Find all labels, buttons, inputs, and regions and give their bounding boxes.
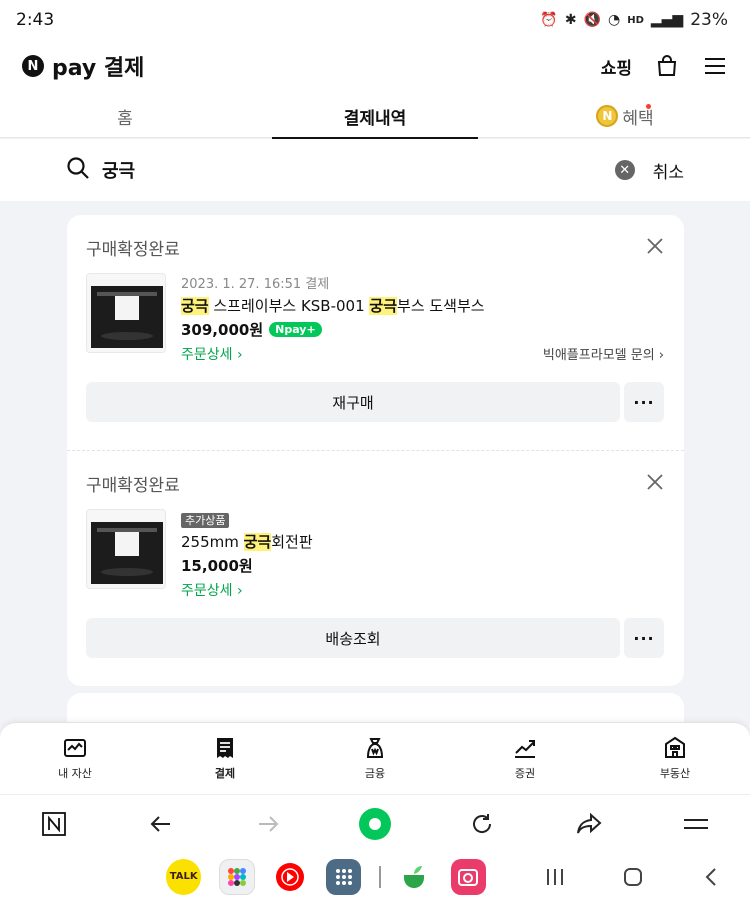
status-time: 2:43 xyxy=(16,10,55,30)
youtube-music-icon[interactable] xyxy=(272,858,309,895)
seller-inquiry-link[interactable]: 빅애플프라모델 문의 › xyxy=(543,344,664,364)
nav-label: 금융 xyxy=(364,767,386,780)
new-badge-dot xyxy=(646,104,651,109)
product-name-text: 스프레이부스 KSB-001 xyxy=(208,297,370,315)
menu-icon[interactable] xyxy=(702,53,728,79)
product-name-text: 부스 도색부스 xyxy=(397,297,485,315)
nav-item-finance[interactable]: 금융 xyxy=(325,736,425,781)
receipt-icon xyxy=(217,738,233,758)
network-label: HD xyxy=(627,14,644,26)
bluetooth-icon: ✱ xyxy=(564,12,577,28)
close-icon[interactable] xyxy=(646,237,664,255)
product-name-text: 회전판 xyxy=(271,533,313,551)
order-status: 구매확정완료 xyxy=(86,240,180,260)
npay-logo-text: pay 결제 xyxy=(52,56,145,81)
camera-app-icon[interactable] xyxy=(450,858,486,895)
more-options-button[interactable]: ··· xyxy=(624,618,664,658)
wallet-chart-icon xyxy=(64,739,86,757)
coin-icon: N xyxy=(596,105,619,127)
signal-icon: ▂▄▆ xyxy=(650,12,684,28)
order-item: 구매확정완료 추가상품 255mm 궁극회전판 15,000원 주문상세 › 배… xyxy=(67,450,684,686)
search-bar: 궁극 ✕ 취소 xyxy=(0,139,750,201)
back-nav-icon[interactable] xyxy=(672,859,750,895)
repurchase-button[interactable]: 재구매 xyxy=(86,382,620,422)
order-card: 구매확정완료 2023. 1. 27. 16:51 결제 궁극 스프레이부스 K… xyxy=(67,215,684,686)
nav-label: 증권 xyxy=(514,767,536,780)
nav-label: 결제 xyxy=(214,767,236,780)
home-icon[interactable] xyxy=(594,859,672,895)
npay-logo-mark: N xyxy=(22,55,44,77)
kakaotalk-app-icon[interactable]: TALK xyxy=(166,858,202,895)
system-dock: TALK xyxy=(0,852,750,901)
track-delivery-button[interactable]: 배송조회 xyxy=(86,618,620,658)
app-drawer-icon[interactable] xyxy=(326,858,362,895)
status-bar: 2:43 ⏰ ✱ 🔇 ◔ HD ▂▄▆ 23% xyxy=(0,0,750,40)
tab-benefits[interactable]: N 혜택 xyxy=(500,92,750,138)
system-nav-buttons xyxy=(516,859,750,895)
recent-apps-icon[interactable] xyxy=(516,859,594,895)
building-icon xyxy=(665,736,685,758)
product-thumbnail[interactable] xyxy=(86,273,166,353)
product-name-highlight: 궁극 xyxy=(369,297,398,315)
tab-home-label: 홈 xyxy=(117,108,133,129)
order-status: 구매확정완료 xyxy=(86,476,180,496)
cup-app-icon[interactable] xyxy=(397,858,433,895)
tab-home[interactable]: 홈 xyxy=(0,92,250,138)
app-folder-icon[interactable] xyxy=(219,858,255,895)
nav-item-my-assets[interactable]: 내 자산 xyxy=(25,736,125,781)
back-arrow-icon[interactable] xyxy=(143,806,179,842)
nav-item-stocks[interactable]: 증권 xyxy=(475,736,575,781)
nav-label: 내 자산 xyxy=(58,767,92,780)
mute-icon: 🔇 xyxy=(583,12,601,28)
dock-divider xyxy=(379,865,382,888)
browser-toolbar xyxy=(0,794,750,852)
npay-plus-badge: Npay+ xyxy=(269,322,322,337)
product-price: 309,000원 xyxy=(181,321,264,339)
nav-item-real-estate[interactable]: 부동산 xyxy=(625,736,725,781)
app-header: N pay 결제 쇼핑 xyxy=(0,40,750,92)
kakaotalk-label: TALK xyxy=(169,871,198,882)
battery-level: 23% xyxy=(690,10,728,30)
npay-logo[interactable]: N pay 결제 xyxy=(22,50,144,82)
product-name-highlight: 궁극 xyxy=(243,533,272,551)
order-detail-link[interactable]: 주문상세 › xyxy=(181,580,243,600)
order-item: 구매확정완료 2023. 1. 27. 16:51 결제 궁극 스프레이부스 K… xyxy=(67,215,684,450)
search-input[interactable]: 궁극 xyxy=(102,157,135,183)
shopping-bag-icon[interactable] xyxy=(654,53,680,79)
close-icon[interactable] xyxy=(646,473,664,491)
addon-product-badge: 추가상품 xyxy=(181,513,230,528)
product-name-highlight: 궁극 xyxy=(181,297,209,315)
product-name[interactable]: 255mm 궁극회전판 xyxy=(181,531,664,553)
order-detail-link[interactable]: 주문상세 › xyxy=(181,344,243,364)
order-date: 2023. 1. 27. 16:51 결제 xyxy=(181,277,330,292)
product-name[interactable]: 궁극 스프레이부스 KSB-001 궁극부스 도색부스 xyxy=(181,295,664,317)
clear-search-icon[interactable]: ✕ xyxy=(614,160,635,180)
forward-arrow-icon[interactable] xyxy=(250,806,286,842)
alarm-icon: ⏰ xyxy=(540,12,558,28)
browser-menu-icon[interactable] xyxy=(678,806,714,842)
search-icon[interactable] xyxy=(66,156,90,184)
more-options-button[interactable]: ··· xyxy=(624,382,664,422)
product-name-text: 255mm xyxy=(181,533,244,551)
tab-payment-history[interactable]: 결제내역 xyxy=(250,92,500,139)
main-tabs: 홈 결제내역 N 혜택 xyxy=(0,92,750,139)
cancel-button[interactable]: 취소 xyxy=(653,158,684,183)
naver-home-icon[interactable] xyxy=(36,806,72,842)
share-icon[interactable] xyxy=(571,806,607,842)
bottom-nav: 내 자산 결제 금융 증권 부동산 xyxy=(0,722,750,794)
shopping-link[interactable]: 쇼핑 xyxy=(601,54,632,79)
order-list: 구매확정완료 2023. 1. 27. 16:51 결제 궁극 스프레이부스 K… xyxy=(67,215,684,686)
status-icons: ⏰ ✱ 🔇 ◔ HD ▂▄▆ 23% xyxy=(540,10,728,30)
refresh-icon[interactable] xyxy=(464,806,500,842)
tab-payment-history-label: 결제내역 xyxy=(343,108,407,129)
wifi-icon: ◔ xyxy=(608,12,621,28)
nav-label: 부동산 xyxy=(659,767,691,780)
money-bag-icon xyxy=(366,738,384,758)
green-home-button[interactable] xyxy=(357,806,393,842)
product-price: 15,000원 xyxy=(181,557,253,575)
stock-chart-icon xyxy=(515,740,535,758)
product-thumbnail[interactable] xyxy=(86,509,166,589)
nav-item-payment[interactable]: 결제 xyxy=(175,736,275,781)
